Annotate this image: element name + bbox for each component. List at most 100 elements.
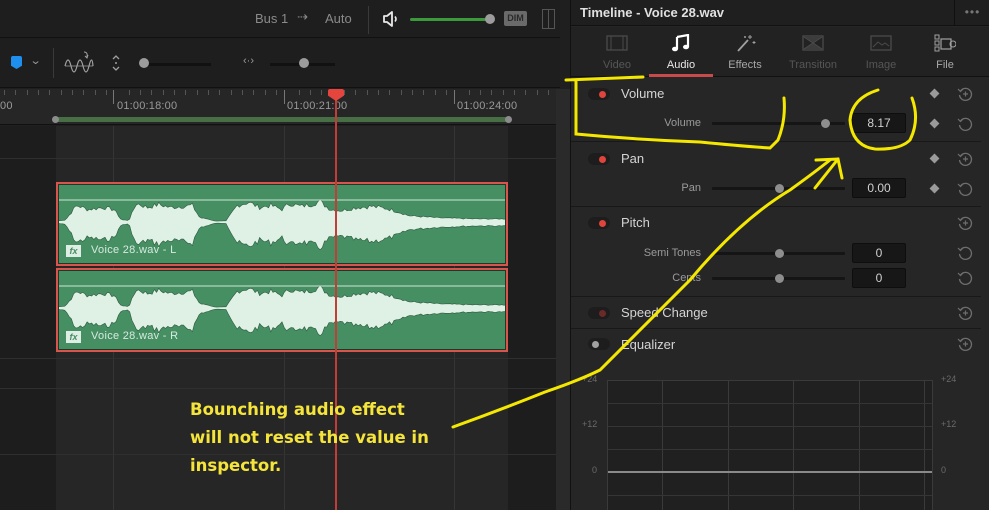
ruler-tick (185, 90, 186, 95)
reset-icon[interactable] (957, 245, 973, 261)
ruler-tick (129, 90, 130, 95)
tab-audio[interactable]: Audio (649, 27, 713, 77)
section-title: Pitch (621, 215, 650, 230)
fx-badge[interactable]: fx (66, 245, 81, 257)
ruler-tick (344, 90, 345, 95)
meter-toggle-icon[interactable] (542, 9, 555, 29)
horizontal-zoom-knob[interactable] (299, 58, 309, 68)
timeline-range-bar[interactable] (56, 117, 508, 122)
ruler-tick (480, 90, 481, 95)
timeline-panel: Bus 1 ⇢ Auto DIM ⌄ ‹·› 00 01:00:18:00 01… (0, 0, 570, 510)
more-options-icon[interactable]: ••• (954, 0, 989, 26)
reset-icon[interactable] (957, 181, 973, 197)
annotation-note: Bounching audio effect will not reset th… (190, 400, 429, 475)
tab-label: Transition (789, 59, 837, 71)
range-start-handle[interactable] (52, 116, 59, 123)
master-volume-slider[interactable] (410, 18, 486, 21)
ruler-tick (454, 90, 455, 104)
reset-all-icon[interactable] (957, 151, 973, 167)
volume-slider-knob[interactable] (821, 119, 831, 128)
divider (368, 6, 369, 34)
reset-all-icon[interactable] (957, 215, 973, 231)
speaker-icon[interactable] (381, 9, 401, 29)
ruler-tick (367, 90, 368, 95)
eq-grid-line (608, 426, 932, 427)
eq-grid-line (924, 381, 925, 510)
keyframe-diamond-icon[interactable] (929, 153, 940, 164)
ruler-tick (174, 90, 175, 95)
reset-icon[interactable] (957, 270, 973, 286)
music-note-icon (672, 34, 690, 52)
cents-value-field[interactable]: 0 (852, 268, 906, 288)
pan-toggle[interactable] (588, 153, 610, 165)
ruler-tick (537, 90, 538, 95)
timeline-toolbar: ⌄ ‹·› (0, 38, 560, 88)
equalizer-toggle[interactable] (588, 338, 610, 350)
bus-arrow-icon: ⇢ (297, 9, 308, 24)
reset-all-icon[interactable] (957, 86, 973, 102)
eq-grid-line (793, 381, 794, 510)
vertical-zoom-knob[interactable] (139, 58, 149, 68)
bus-mode[interactable]: Auto (325, 11, 352, 26)
semitones-slider-knob[interactable] (774, 249, 784, 258)
volume-value-field[interactable]: 8.17 (852, 113, 906, 133)
clip-name: Voice 28.wav - L (91, 244, 177, 256)
flag-icon[interactable] (11, 56, 22, 69)
param-label: Pan (681, 182, 701, 194)
ruler-tick (72, 90, 73, 95)
ruler-tick (389, 90, 390, 95)
ruler-tick (491, 90, 492, 95)
bus-label[interactable]: Bus 1 (255, 11, 288, 26)
ruler-tick (219, 90, 220, 95)
pitch-section: Pitch Semi Tones 0 Cents 0 (571, 208, 981, 297)
reset-all-icon[interactable] (957, 305, 973, 321)
reset-icon[interactable] (957, 116, 973, 132)
timecode-label: 01:00:18:00 (117, 100, 178, 112)
tab-file[interactable]: File (913, 27, 977, 77)
equalizer-graph[interactable] (607, 380, 933, 510)
inspector-title: Timeline - Voice 28.wav (580, 5, 725, 20)
volume-toggle[interactable] (588, 88, 610, 100)
audio-clip-left[interactable]: fx Voice 28.wav - L (56, 182, 508, 266)
range-end-handle[interactable] (505, 116, 512, 123)
timecode-label: 01:00:21:00 (287, 100, 348, 112)
speed-change-toggle[interactable] (588, 307, 610, 319)
tab-effects[interactable]: Effects (713, 27, 777, 77)
fx-badge[interactable]: fx (66, 331, 81, 343)
pan-value-field[interactable]: 0.00 (852, 178, 906, 198)
eq-grid-line (859, 381, 860, 510)
ruler-tick (49, 90, 50, 95)
eq-axis-label: +24 (582, 374, 598, 384)
tab-image[interactable]: Image (849, 27, 913, 77)
audio-clip-right[interactable]: fx Voice 28.wav - R (56, 268, 508, 352)
grid-line (0, 158, 560, 159)
cents-slider-knob[interactable] (774, 274, 784, 283)
ruler-tick (321, 90, 322, 95)
pitch-toggle[interactable] (588, 217, 610, 229)
timeline-scrollbar[interactable] (556, 89, 570, 510)
ruler-tick (525, 90, 526, 95)
chevron-down-icon[interactable]: ⌄ (30, 54, 42, 67)
ruler-tick (265, 90, 266, 95)
tab-transition[interactable]: Transition (781, 27, 845, 77)
magic-wand-icon (737, 35, 756, 52)
eq-axis-label: +12 (582, 419, 598, 429)
reset-all-icon[interactable] (957, 336, 973, 352)
keyframe-diamond-icon[interactable] (929, 118, 940, 129)
ruler-tick (151, 90, 152, 95)
tab-video[interactable]: Video (585, 27, 649, 77)
ruler-tick (95, 90, 96, 95)
keyframe-diamond-icon[interactable] (929, 88, 940, 99)
master-volume-knob[interactable] (485, 14, 495, 24)
volume-section: Volume Volume 8.17 (571, 78, 981, 142)
vertical-zoom-slider[interactable] (143, 63, 211, 66)
pan-slider-knob[interactable] (774, 184, 784, 193)
tab-label: Effects (728, 59, 762, 71)
waveform-zoom-icon[interactable] (64, 50, 94, 76)
semitones-value-field[interactable]: 0 (852, 243, 906, 263)
dim-button[interactable]: DIM (504, 11, 527, 26)
keyframe-diamond-icon[interactable] (929, 183, 940, 194)
eq-axis-label: 0 (941, 465, 947, 475)
section-title: Equalizer (621, 337, 676, 352)
section-title: Volume (621, 86, 665, 101)
